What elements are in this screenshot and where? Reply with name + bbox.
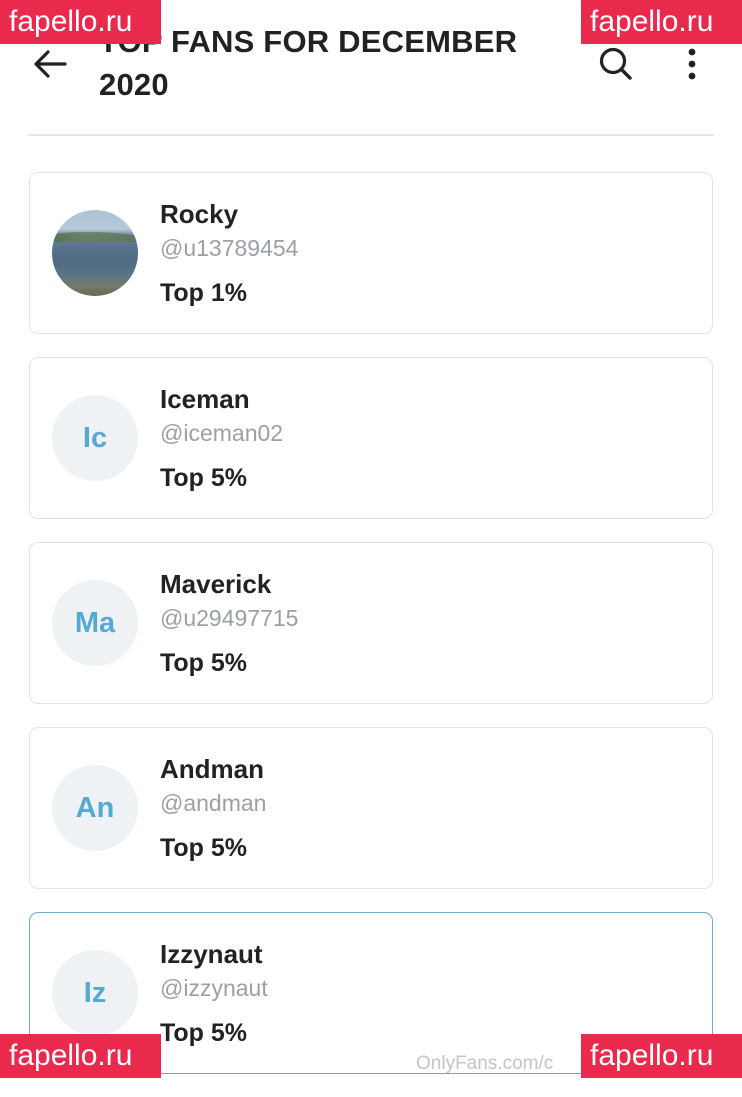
avatar-photo-landscape xyxy=(52,232,138,242)
fan-card[interactable]: Ma Maverick @u29497715 Top 5% xyxy=(29,542,713,704)
watermark: fapello.ru xyxy=(0,1034,161,1078)
header-divider xyxy=(28,134,714,136)
back-button[interactable] xyxy=(28,42,72,86)
fan-rank: Top 5% xyxy=(160,1019,248,1047)
avatar[interactable]: Ma xyxy=(52,580,138,666)
avatar-initials: Ma xyxy=(74,606,116,639)
avatar[interactable]: Iz xyxy=(52,950,138,1036)
fan-name[interactable]: Maverick xyxy=(160,569,271,600)
fan-handle: @izzynaut xyxy=(160,975,268,1001)
fan-card[interactable]: Ic Iceman @iceman02 Top 5% xyxy=(29,357,713,519)
fan-name[interactable]: Iceman xyxy=(160,384,250,415)
fan-handle: @iceman02 xyxy=(160,420,284,446)
fan-handle: @andman xyxy=(160,790,267,816)
fan-name[interactable]: Andman xyxy=(160,754,264,785)
search-icon xyxy=(599,47,632,80)
avatar[interactable] xyxy=(52,210,138,296)
fan-name[interactable]: Izzynaut xyxy=(160,939,263,970)
fan-rank: Top 5% xyxy=(160,649,248,677)
fan-name[interactable]: Rocky xyxy=(160,199,238,230)
fan-card[interactable]: Rocky @u13789454 Top 1% xyxy=(29,172,713,334)
arrow-left-icon xyxy=(34,50,67,78)
fan-rank: Top 5% xyxy=(160,834,248,862)
fan-rank: Top 5% xyxy=(160,464,248,492)
avatar[interactable]: An xyxy=(52,765,138,851)
search-button[interactable] xyxy=(594,42,638,86)
more-vertical-icon xyxy=(688,48,696,80)
watermark: fapello.ru xyxy=(581,1034,742,1078)
fan-handle: @u29497715 xyxy=(160,605,299,631)
page-title: TOP FANS FOR DECEMBER 2020 xyxy=(99,24,518,102)
watermark: fapello.ru xyxy=(581,0,742,44)
fan-rank: Top 1% xyxy=(160,279,248,307)
fan-card[interactable]: An Andman @andman Top 5% xyxy=(29,727,713,889)
footer-url: OnlyFans.com/c xyxy=(416,1053,554,1074)
avatar[interactable]: Ic xyxy=(52,395,138,481)
avatar-initials: Ic xyxy=(82,421,108,454)
fan-handle: @u13789454 xyxy=(160,235,299,261)
more-options-button[interactable] xyxy=(670,42,714,86)
avatar-initials: An xyxy=(75,791,115,824)
avatar-initials: Iz xyxy=(83,976,107,1009)
watermark: fapello.ru xyxy=(0,0,161,44)
top-fans-list: Rocky @u13789454 Top 1% Ic Iceman @icema… xyxy=(29,172,714,1097)
